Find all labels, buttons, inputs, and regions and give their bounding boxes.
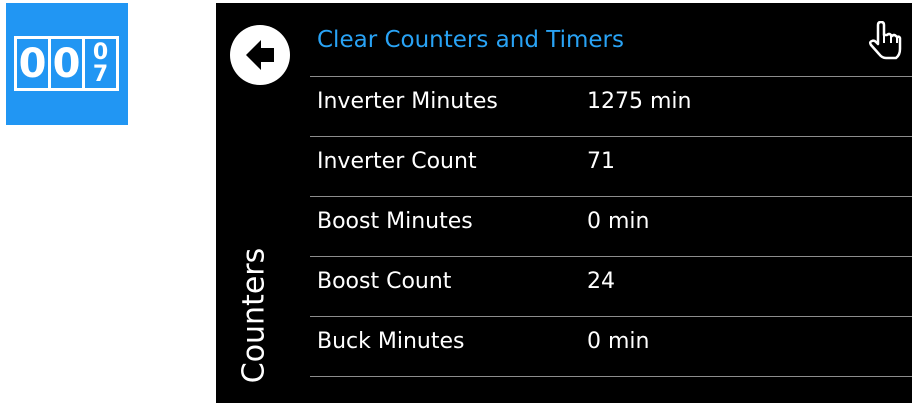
row-value: 0 min — [587, 329, 650, 354]
list-item: Inverter Count 71 — [310, 137, 912, 197]
rolling-digit-top: 0 — [92, 39, 109, 65]
counter-digit: 0 — [48, 39, 82, 88]
row-value: 71 — [587, 149, 615, 174]
list-item: Boost Minutes 0 min — [310, 197, 912, 257]
row-label: Buck Minutes — [317, 329, 465, 354]
counter-icon: 0 0 0 7 — [6, 3, 128, 125]
hand-pointer-icon — [868, 21, 902, 60]
row-label: Boost Minutes — [317, 209, 473, 234]
list-item: Buck Minutes 0 min — [310, 317, 912, 377]
screen: 0 0 0 7 Clear Counters and Timers Invert… — [0, 0, 912, 403]
list-item: Boost Count 24 — [310, 257, 912, 317]
counter-rolling-digit: 0 7 — [82, 39, 116, 88]
row-value: 24 — [587, 269, 615, 294]
row-value: 1275 min — [587, 89, 692, 114]
counters-panel: Clear Counters and Timers Inverter Minut… — [216, 3, 912, 403]
rolling-digit-bottom: 7 — [92, 61, 109, 87]
counter-digit: 0 — [18, 40, 47, 87]
row-label: Inverter Minutes — [317, 89, 498, 114]
back-arrow-icon — [246, 40, 274, 70]
list-item: Inverter Minutes 1275 min — [310, 77, 912, 137]
row-label: Boost Count — [317, 269, 452, 294]
section-label-text: Counters — [236, 247, 272, 384]
clear-counters-link[interactable]: Clear Counters and Timers — [317, 25, 624, 55]
back-button[interactable] — [230, 25, 290, 85]
counters-list: Inverter Minutes 1275 min Inverter Count… — [310, 77, 912, 377]
row-value: 0 min — [587, 209, 650, 234]
section-label: Counters — [224, 243, 284, 388]
counter-digits: 0 0 0 7 — [14, 36, 119, 91]
row-label: Inverter Count — [317, 149, 477, 174]
